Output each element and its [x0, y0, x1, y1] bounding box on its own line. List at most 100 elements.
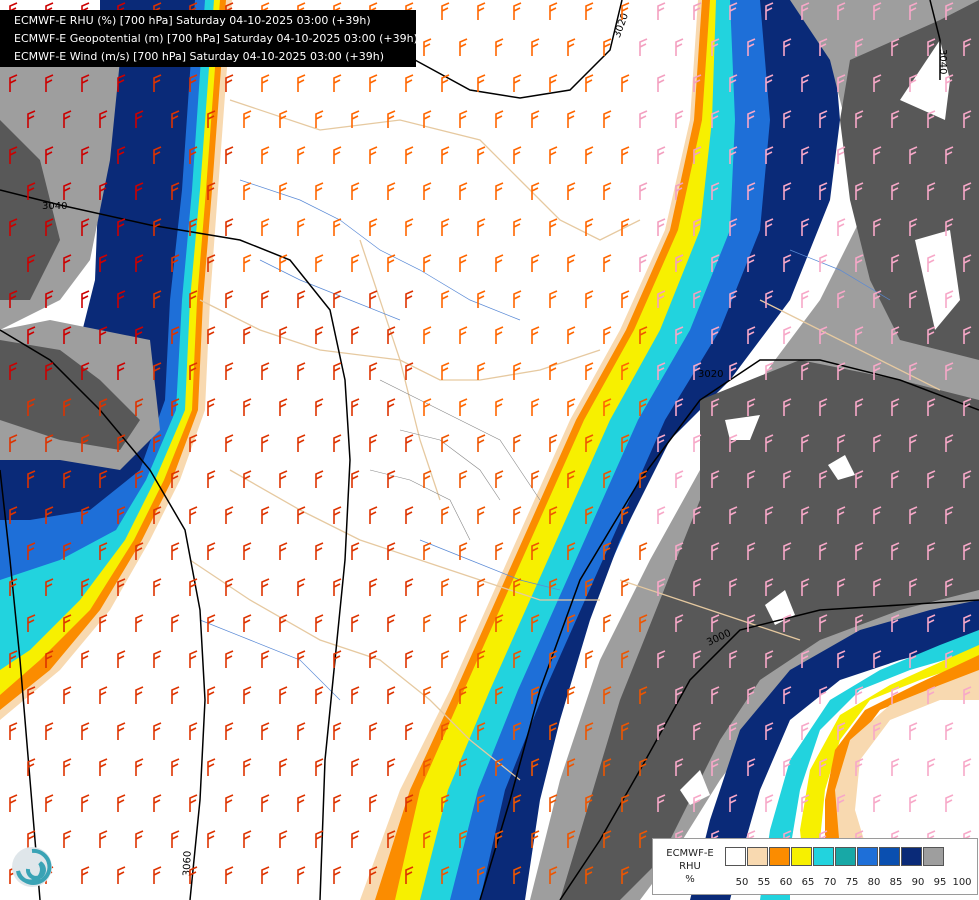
wind-barb: [387, 758, 396, 776]
wind-barb: [585, 146, 594, 164]
wind-barb: [117, 722, 126, 740]
wind-barb: [675, 38, 684, 56]
wind-barb: [495, 542, 504, 560]
wind-barb: [369, 146, 378, 164]
legend-swatch: [901, 847, 922, 866]
wind-barb: [387, 686, 396, 704]
wind-barb: [261, 74, 270, 92]
wind-barb: [315, 254, 324, 272]
wind-barb: [459, 38, 468, 56]
wind-barb: [459, 326, 468, 344]
wind-barb: [153, 650, 162, 668]
wind-barb: [405, 578, 414, 596]
wind-barb: [45, 794, 54, 812]
wind-barb: [441, 434, 450, 452]
wind-barb: [117, 650, 126, 668]
wind-barb: [297, 290, 306, 308]
wind-barb: [603, 254, 612, 272]
wind-barb: [351, 326, 360, 344]
wind-barb: [477, 218, 486, 236]
wind-barb: [621, 146, 630, 164]
wind-barb: [261, 146, 270, 164]
wind-barb: [495, 182, 504, 200]
wind-barb: [207, 470, 216, 488]
wind-barb: [333, 866, 342, 884]
wind-barb: [279, 398, 288, 416]
legend-ticks: 50 55 60 65 70 75 80 85 90 95 100: [731, 877, 973, 888]
wind-barb: [261, 794, 270, 812]
wind-barb: [423, 38, 432, 56]
legend-swatches: [725, 847, 945, 866]
wind-barb: [459, 110, 468, 128]
wind-barb: [423, 110, 432, 128]
wind-barb: [315, 182, 324, 200]
wind-barb: [531, 38, 540, 56]
wind-barb: [225, 794, 234, 812]
wind-barb: [657, 506, 666, 524]
wind-barb: [279, 758, 288, 776]
wind-barb: [639, 254, 648, 272]
legend: ECMWF-E RHU % 50 55 60 65 70 75 80 85 90…: [652, 838, 978, 895]
wind-barb: [243, 542, 252, 560]
wind-barb: [423, 470, 432, 488]
wind-barb: [603, 182, 612, 200]
wind-barb: [441, 578, 450, 596]
wind-barb: [189, 650, 198, 668]
wind-barb: [333, 146, 342, 164]
wind-barb: [351, 398, 360, 416]
wind-barb: [423, 182, 432, 200]
wind-barb: [801, 290, 810, 308]
wind-barb: [297, 722, 306, 740]
wind-barb: [243, 254, 252, 272]
header-line-wind: ECMWF-E Wind (m/s) [700 hPa] Saturday 04…: [14, 50, 384, 63]
wind-barb: [387, 398, 396, 416]
wind-barb: [639, 542, 648, 560]
wind-barb: [513, 506, 522, 524]
wind-barb: [261, 722, 270, 740]
wind-barb: [297, 218, 306, 236]
wind-barb: [441, 2, 450, 20]
map-header: ECMWF-E RHU (%) [700 hPa] Saturday 04-10…: [0, 10, 418, 67]
legend-title-line: ECMWF-E: [666, 848, 714, 859]
wind-barb: [243, 398, 252, 416]
wind-barb: [477, 74, 486, 92]
wind-barb: [207, 686, 216, 704]
wind-barb: [135, 686, 144, 704]
wind-barb: [387, 254, 396, 272]
wind-barb: [315, 326, 324, 344]
wind-barb: [459, 398, 468, 416]
wind-barb: [387, 110, 396, 128]
wind-barb: [351, 470, 360, 488]
wind-barb: [567, 686, 576, 704]
legend-tick: 65: [801, 877, 815, 888]
wind-barb: [225, 74, 234, 92]
wind-barb: [549, 2, 558, 20]
wind-barb: [603, 110, 612, 128]
legend-tick: 80: [867, 877, 881, 888]
wind-barb: [585, 290, 594, 308]
wind-barb: [315, 110, 324, 128]
wind-barb: [495, 38, 504, 56]
wind-barb: [423, 398, 432, 416]
wind-barb: [585, 74, 594, 92]
wind-barb: [81, 290, 90, 308]
wind-barb: [459, 614, 468, 632]
wind-barb: [765, 794, 774, 812]
wind-barb: [477, 362, 486, 380]
wind-barb: [513, 74, 522, 92]
legend-title: ECMWF-E RHU %: [659, 847, 721, 886]
wind-barb: [621, 74, 630, 92]
wind-barb: [549, 218, 558, 236]
wind-barb: [405, 434, 414, 452]
wind-barb: [495, 470, 504, 488]
wind-barb: [297, 74, 306, 92]
wind-barb: [513, 218, 522, 236]
wind-barb: [207, 398, 216, 416]
wind-barb: [297, 362, 306, 380]
wind-barb: [81, 722, 90, 740]
wind-barb: [297, 146, 306, 164]
wind-barb: [333, 290, 342, 308]
wind-barb: [297, 794, 306, 812]
legend-title-line: RHU: [679, 861, 701, 872]
wind-barb: [441, 218, 450, 236]
